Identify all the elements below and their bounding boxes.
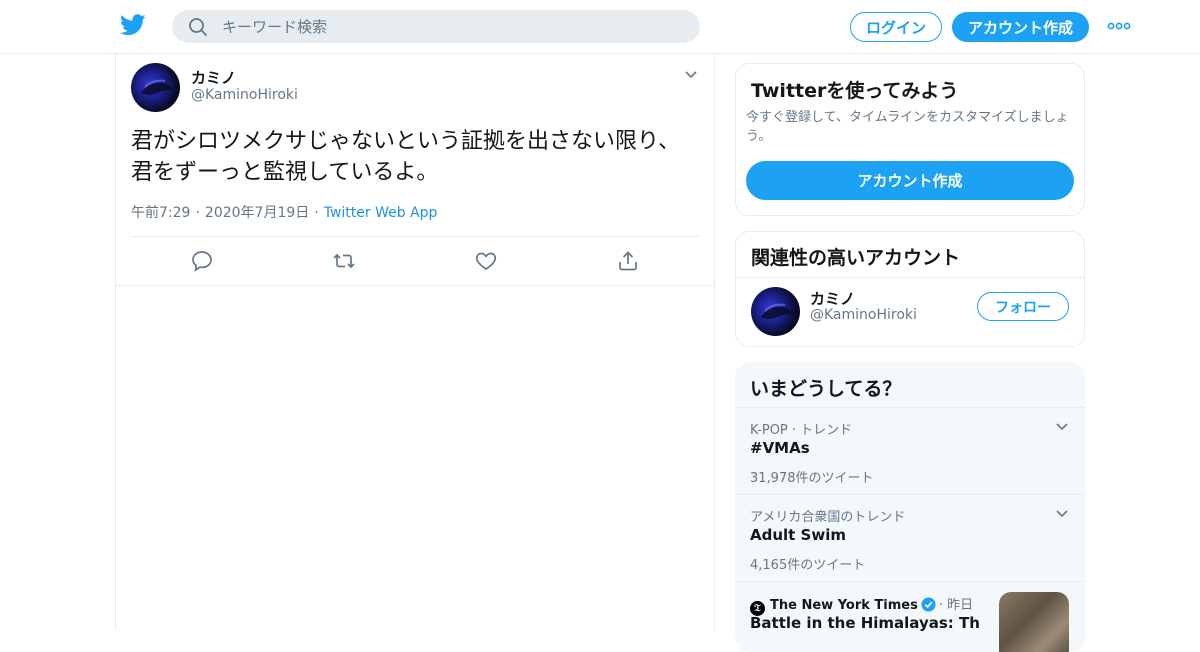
- trend-context: K-POP · トレンド: [750, 423, 853, 438]
- reply-icon[interactable]: [190, 249, 214, 273]
- more-dots-icon[interactable]: [1106, 18, 1132, 34]
- trend-count: 31,978件のツイート: [750, 471, 874, 486]
- divider: [736, 277, 1084, 278]
- retweet-icon[interactable]: [332, 249, 356, 273]
- search-icon: [189, 18, 207, 36]
- follow-button[interactable]: フォロー: [977, 292, 1069, 321]
- trend-count: 4,165件のツイート: [750, 558, 866, 573]
- chevron-down-icon[interactable]: [684, 70, 698, 80]
- avatar-image: [761, 303, 793, 319]
- news-thumbnail[interactable]: [999, 592, 1069, 652]
- account-handle[interactable]: @KaminoHiroki: [810, 307, 917, 323]
- like-icon[interactable]: [474, 249, 498, 273]
- trend-item[interactable]: アメリカ合衆国のトレンド Adult Swim 4,165件のツイート: [735, 494, 1085, 581]
- card-title: 関連性の高いアカウント: [751, 247, 961, 269]
- search-input[interactable]: [222, 10, 682, 43]
- trend-item[interactable]: K-POP · トレンド #VMAs 31,978件のツイート: [735, 407, 1085, 494]
- account-name[interactable]: カミノ: [810, 288, 855, 309]
- trend-name[interactable]: #VMAs: [750, 439, 810, 457]
- news-headline[interactable]: Battle in the Himalayas: The: [750, 614, 980, 632]
- chevron-down-icon[interactable]: [1055, 422, 1069, 432]
- card-title: いまどうしてる？: [750, 378, 902, 400]
- tweet-text: 君がシロツメクサじゃないという証拠を出さない限り、君をずーっと監視しているよ。: [131, 129, 681, 185]
- card-title: Twitterを使ってみよう: [751, 80, 959, 102]
- divider: [116, 285, 714, 286]
- trend-name[interactable]: Adult Swim: [750, 526, 846, 544]
- chevron-down-icon[interactable]: [1055, 509, 1069, 519]
- tweet-source-link[interactable]: Twitter Web App: [324, 205, 438, 221]
- tweet-date[interactable]: 2020年7月19日: [205, 205, 309, 221]
- tweet-metadata: 午前7:29 · 2020年7月19日 · Twitter Web App: [131, 202, 437, 222]
- news-item[interactable]: 𝔗 The New York Times · 昨日 Battle in the Hi…: [735, 581, 1085, 652]
- login-button[interactable]: ログイン: [850, 12, 942, 42]
- news-source-name: The New York Times: [770, 598, 918, 613]
- signup-description: 今すぐ登録して、タイムラインをカスタマイズしましょう。: [746, 110, 1069, 144]
- search-box[interactable]: [172, 10, 700, 43]
- divider: [130, 236, 700, 237]
- twitter-bird-icon[interactable]: [120, 14, 146, 36]
- tweet-detail: カミノ @KaminoHiroki 君がシロツメクサじゃないという証拠を出さない…: [115, 54, 715, 630]
- signup-card: Twitterを使ってみよう 今すぐ登録して、タイムラインをカスタマイズしましょ…: [735, 63, 1085, 216]
- trends-card: いまどうしてる？ K-POP · トレンド #VMAs 31,978件のツイート…: [735, 362, 1085, 652]
- avatar-image: [141, 79, 173, 95]
- avatar[interactable]: [131, 63, 180, 112]
- verified-badge-icon: [921, 597, 936, 612]
- author-handle[interactable]: @KaminoHiroki: [191, 87, 298, 103]
- top-navigation-bar: ログイン アカウント作成: [0, 0, 1200, 54]
- tweet-time[interactable]: 午前7:29: [131, 205, 190, 221]
- news-source: 𝔗 The New York Times · 昨日: [750, 594, 973, 616]
- separator: ·: [314, 205, 319, 221]
- news-time: · 昨日: [938, 598, 974, 613]
- share-icon[interactable]: [616, 249, 640, 273]
- signup-button[interactable]: アカウント作成: [952, 12, 1089, 42]
- trend-context: アメリカ合衆国のトレンド: [750, 510, 906, 525]
- create-account-button[interactable]: アカウント作成: [746, 161, 1074, 200]
- related-accounts-card: 関連性の高いアカウント カミノ @KaminoHiroki フォロー: [735, 231, 1085, 347]
- avatar[interactable]: [751, 287, 800, 336]
- separator: ·: [195, 205, 200, 221]
- author-name[interactable]: カミノ: [191, 67, 236, 88]
- tweet-actions: [116, 249, 714, 273]
